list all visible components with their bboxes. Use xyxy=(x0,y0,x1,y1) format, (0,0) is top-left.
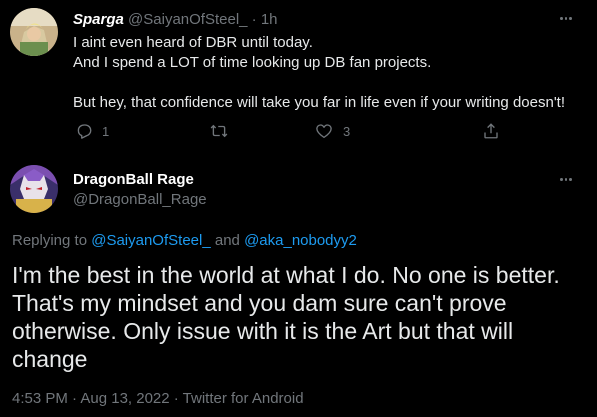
reply-line-1: I aint even heard of DBR until today. xyxy=(73,34,313,51)
reply-separator: · xyxy=(247,11,261,28)
reply-count: 1 xyxy=(102,123,110,139)
reply-text: I aint even heard of DBR until today. An… xyxy=(73,33,593,113)
like-count: 3 xyxy=(343,123,351,139)
like-button[interactable]: 3 xyxy=(314,122,350,140)
retweet-icon xyxy=(210,124,228,138)
mention-link-1[interactable]: @SaiyanOfSteel_ xyxy=(91,232,210,249)
share-icon xyxy=(484,123,498,139)
reply-action-bar: 1 3 xyxy=(73,122,513,142)
reply-line-2: And I spend a LOT of time looking up DB … xyxy=(73,54,432,71)
main-tweet-text: I'm the best in the world at what I do. … xyxy=(12,262,560,372)
main-author-handle[interactable]: @DragonBall_Rage xyxy=(73,191,207,208)
heart-icon xyxy=(316,124,332,139)
reply-author-name[interactable]: Sparga xyxy=(73,11,124,28)
replying-and: and xyxy=(210,232,245,249)
more-icon[interactable] xyxy=(559,10,573,26)
reply-header: Sparga @SaiyanOfSteel_ · 1h xyxy=(73,11,278,29)
main-author-name[interactable]: DragonBall Rage xyxy=(73,171,194,188)
reply-icon xyxy=(77,124,92,139)
reply-author-avatar[interactable] xyxy=(10,8,58,56)
replying-prefix: Replying to xyxy=(12,232,92,249)
reply-time[interactable]: 1h xyxy=(261,11,278,28)
reply-author-handle[interactable]: @SaiyanOfSteel_ xyxy=(128,11,247,28)
reply-button[interactable]: 1 xyxy=(75,122,109,140)
share-button[interactable] xyxy=(482,122,500,140)
replying-to: Replying to @SaiyanOfSteel_ and @aka_nob… xyxy=(12,232,357,249)
reply-line-3: But hey, that confidence will take you f… xyxy=(73,94,566,111)
tweet-timestamp[interactable]: 4:53 PM · Aug 13, 2022 · Twitter for And… xyxy=(12,390,304,407)
retweet-button[interactable] xyxy=(209,122,238,140)
more-icon[interactable] xyxy=(559,171,573,187)
main-author-avatar[interactable] xyxy=(10,165,58,213)
mention-link-2[interactable]: @aka_nobodyy2 xyxy=(244,232,357,249)
